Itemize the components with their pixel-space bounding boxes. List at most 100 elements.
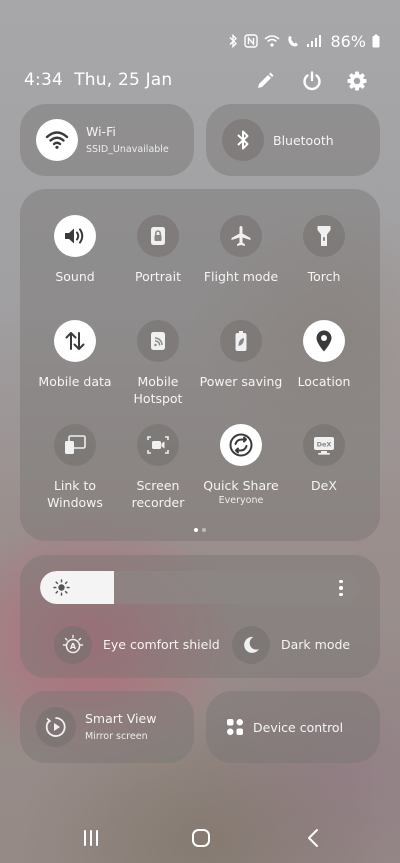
power-button[interactable] [299, 68, 325, 94]
brightness-more-button[interactable] [332, 577, 350, 599]
tile-link-to-windows[interactable]: Link to Windows [33, 424, 117, 511]
wifi-calling-icon [264, 35, 280, 47]
mobile-data-icon [65, 332, 85, 350]
torch-toggle[interactable] [303, 215, 345, 257]
smart-view-sublabel: Mirror screen [85, 731, 148, 742]
smart-view-icon [45, 717, 66, 737]
wifi-toggle[interactable] [36, 119, 78, 161]
dark-mode-button[interactable]: Dark mode [232, 626, 372, 664]
tile-label: Power saving [199, 374, 283, 389]
more-options-icon [339, 579, 343, 597]
moon-icon [244, 636, 259, 653]
link-to-windows-icon [65, 435, 86, 454]
eye-comfort-icon: A [62, 634, 84, 654]
link-to-windows-toggle[interactable] [54, 424, 96, 466]
tile-label: Mobile Hotspot [133, 374, 183, 406]
home-button[interactable] [188, 826, 214, 850]
tile-label: Portrait [135, 269, 181, 284]
smart-view-toggle[interactable] [36, 707, 76, 747]
edit-icon [258, 72, 274, 88]
volte-icon [288, 36, 299, 47]
device-control-icon [227, 719, 243, 735]
edit-button[interactable] [252, 68, 278, 94]
eye-comfort-button[interactable]: A Eye comfort shield [54, 626, 224, 664]
mobile-hotspot-toggle[interactable] [137, 320, 179, 362]
device-control-tile[interactable]: Device control [206, 691, 380, 763]
back-button[interactable] [300, 826, 326, 850]
dark-mode-label: Dark mode [281, 637, 351, 652]
page-dot-2[interactable] [202, 528, 206, 532]
nfc-icon [244, 34, 259, 48]
dex-icon: DeX [314, 437, 334, 455]
recents-icon [84, 830, 98, 846]
clock-time: 4:34 [24, 70, 63, 90]
tile-label: Mobile data [38, 374, 112, 389]
tile-flight-mode[interactable]: Flight mode [199, 215, 283, 285]
location-icon [316, 330, 332, 352]
wifi-ssid: SSID_Unavailable [86, 144, 169, 155]
tile-label: Torch [307, 269, 341, 284]
flight-mode-toggle[interactable] [220, 215, 262, 257]
brightness-fill [40, 571, 114, 604]
tile-location[interactable]: Location [282, 320, 366, 390]
quick-share-toggle[interactable] [220, 424, 262, 466]
portrait-lock-icon [151, 227, 165, 245]
page-indicator[interactable] [194, 528, 206, 532]
power-saving-toggle[interactable] [220, 320, 262, 362]
tile-portrait[interactable]: Portrait [116, 215, 200, 285]
tile-torch[interactable]: Torch [282, 215, 366, 285]
tile-quick-share[interactable]: Quick Share Everyone [199, 424, 283, 507]
smart-view-tile[interactable]: Smart View Mirror screen [20, 691, 194, 763]
status-bar: 86% [228, 30, 380, 52]
tile-sublabel: Everyone [218, 495, 264, 506]
device-control-label: Device control [253, 720, 344, 735]
bluetooth-icon [229, 34, 238, 48]
wifi-label: Wi-Fi [86, 124, 116, 139]
tile-label: Sound [55, 269, 95, 284]
tile-label: Location [297, 374, 351, 389]
hotspot-icon [151, 332, 165, 350]
clock-date[interactable]: 4:34 Thu, 25 Jan [24, 70, 172, 90]
sound-icon [65, 228, 84, 244]
torch-icon [317, 226, 331, 246]
quick-share-icon [229, 433, 253, 457]
settings-button[interactable] [344, 68, 370, 94]
bluetooth-label: Bluetooth [273, 133, 334, 148]
brightness-sun-icon [53, 579, 70, 596]
wifi-icon [45, 131, 69, 149]
tile-dex[interactable]: DeX DeX [282, 424, 366, 494]
screen-recorder-toggle[interactable] [137, 424, 179, 466]
portrait-toggle[interactable] [137, 215, 179, 257]
tile-mobile-data[interactable]: Mobile data [33, 320, 117, 390]
bluetooth-tile[interactable]: Bluetooth [206, 104, 380, 176]
wifi-tile[interactable]: Wi-Fi SSID_Unavailable [20, 104, 194, 176]
tile-sound[interactable]: Sound [33, 215, 117, 285]
tile-mobile-hotspot[interactable]: Mobile Hotspot [116, 320, 200, 407]
recents-button[interactable] [78, 826, 104, 850]
tile-label: Link to Windows [47, 478, 103, 510]
airplane-icon [231, 226, 251, 246]
battery-icon [372, 34, 380, 48]
tile-label: Flight mode [203, 269, 279, 284]
page-dot-1[interactable] [194, 528, 198, 532]
battery-percent: 86% [330, 31, 366, 51]
dark-mode-toggle[interactable] [232, 626, 270, 664]
brightness-slider[interactable] [40, 571, 360, 604]
bluetooth-toggle[interactable] [222, 119, 264, 161]
home-icon [192, 829, 210, 847]
mobile-data-toggle[interactable] [54, 320, 96, 362]
eye-comfort-toggle[interactable]: A [54, 626, 92, 664]
settings-icon [347, 71, 367, 91]
tile-screen-recorder[interactable]: Screen recorder [116, 424, 200, 511]
tile-label: Screen recorder [131, 478, 185, 510]
sound-toggle[interactable] [54, 215, 96, 257]
dex-toggle[interactable]: DeX [303, 424, 345, 466]
eye-comfort-label: Eye comfort shield [103, 637, 220, 652]
smart-view-label: Smart View [85, 711, 157, 726]
clock-date-text: Thu, 25 Jan [74, 70, 173, 90]
tile-label: DeX [311, 478, 337, 493]
location-toggle[interactable] [303, 320, 345, 362]
signal-icon [307, 35, 322, 47]
bluetooth-icon [237, 130, 249, 150]
tile-power-saving[interactable]: Power saving [199, 320, 283, 390]
